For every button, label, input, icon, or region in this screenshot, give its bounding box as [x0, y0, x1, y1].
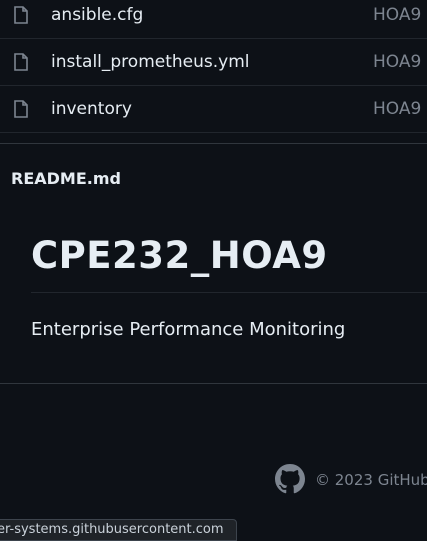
readme-description: Enterprise Performance Monitoring — [31, 319, 346, 340]
status-bar-url: er-systems.githubusercontent.com — [0, 519, 237, 541]
file-icon — [14, 53, 28, 71]
readme-title: CPE232_HOA9 — [31, 234, 328, 277]
section-divider — [0, 143, 427, 144]
file-row-install-prometheus-yml[interactable]: install_prometheus.yml HOA9 — [0, 39, 427, 86]
commit-message-link[interactable]: HOA9 — [373, 52, 421, 72]
commit-message-link[interactable]: HOA9 — [373, 99, 421, 119]
file-name-link[interactable]: install_prometheus.yml — [51, 52, 250, 72]
commit-message-link[interactable]: HOA9 — [373, 5, 421, 25]
github-mark-icon[interactable] — [275, 464, 305, 494]
footer-divider — [0, 383, 427, 384]
file-list: ansible.cfg HOA9 install_prometheus.yml … — [0, 0, 427, 133]
title-underline — [31, 292, 427, 293]
file-icon — [14, 6, 28, 24]
file-icon — [14, 100, 28, 118]
footer-copyright: © 2023 GitHub, I — [315, 471, 427, 489]
file-name-link[interactable]: inventory — [51, 99, 132, 119]
readme-label[interactable]: README.md — [11, 169, 121, 188]
file-row-ansible-cfg[interactable]: ansible.cfg HOA9 — [0, 0, 427, 39]
file-row-inventory[interactable]: inventory HOA9 — [0, 86, 427, 133]
file-name-link[interactable]: ansible.cfg — [51, 5, 143, 25]
